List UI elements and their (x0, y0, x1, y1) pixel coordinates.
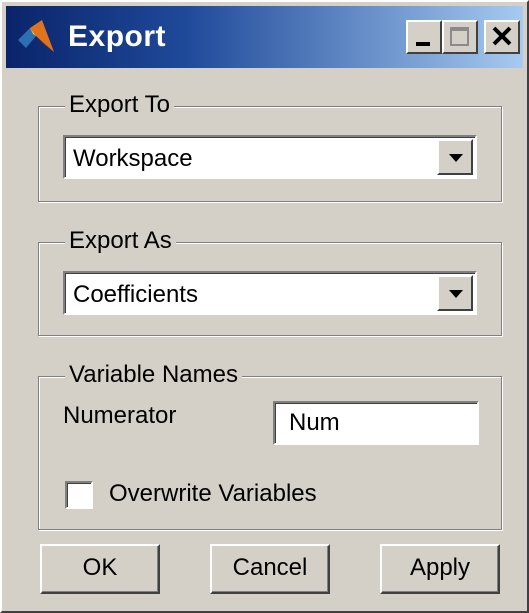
export-to-dropdown[interactable]: Workspace (63, 135, 477, 179)
ok-button[interactable]: OK (40, 544, 160, 594)
export-to-dropdown-button[interactable] (437, 139, 473, 175)
close-icon (486, 26, 518, 56)
export-as-legend: Export As (65, 226, 176, 256)
export-as-group: Export As Coefficients (38, 226, 502, 336)
minimize-icon (408, 39, 440, 56)
minimize-button[interactable] (406, 20, 442, 54)
maximize-button[interactable] (442, 20, 478, 54)
cancel-button[interactable]: Cancel (210, 544, 330, 594)
apply-button[interactable]: Apply (380, 544, 500, 594)
export-as-dropdown[interactable]: Coefficients (63, 271, 477, 315)
close-button[interactable] (484, 20, 520, 54)
export-to-group: Export To Workspace (38, 90, 502, 202)
variable-names-group: Variable Names Numerator Num Overwrite V… (38, 360, 502, 530)
export-to-legend: Export To (65, 90, 174, 120)
chevron-down-icon (449, 154, 463, 162)
variable-names-legend: Variable Names (65, 360, 242, 390)
export-as-value: Coefficients (73, 281, 198, 308)
export-as-dropdown-button[interactable] (437, 275, 473, 311)
chevron-down-icon (449, 290, 463, 298)
window-title: Export (68, 20, 167, 53)
numerator-input[interactable]: Num (273, 401, 479, 445)
export-to-value: Workspace (73, 145, 193, 172)
matlab-logo-icon (16, 18, 56, 54)
numerator-label: Numerator (63, 402, 177, 429)
title-bar[interactable]: Export (6, 6, 523, 68)
overwrite-variables-label[interactable]: Overwrite Variables (109, 479, 317, 509)
overwrite-variables-checkbox[interactable] (65, 481, 93, 509)
export-dialog: Export Export To Workspace Export As Coe… (0, 0, 529, 613)
maximize-icon (444, 27, 476, 56)
